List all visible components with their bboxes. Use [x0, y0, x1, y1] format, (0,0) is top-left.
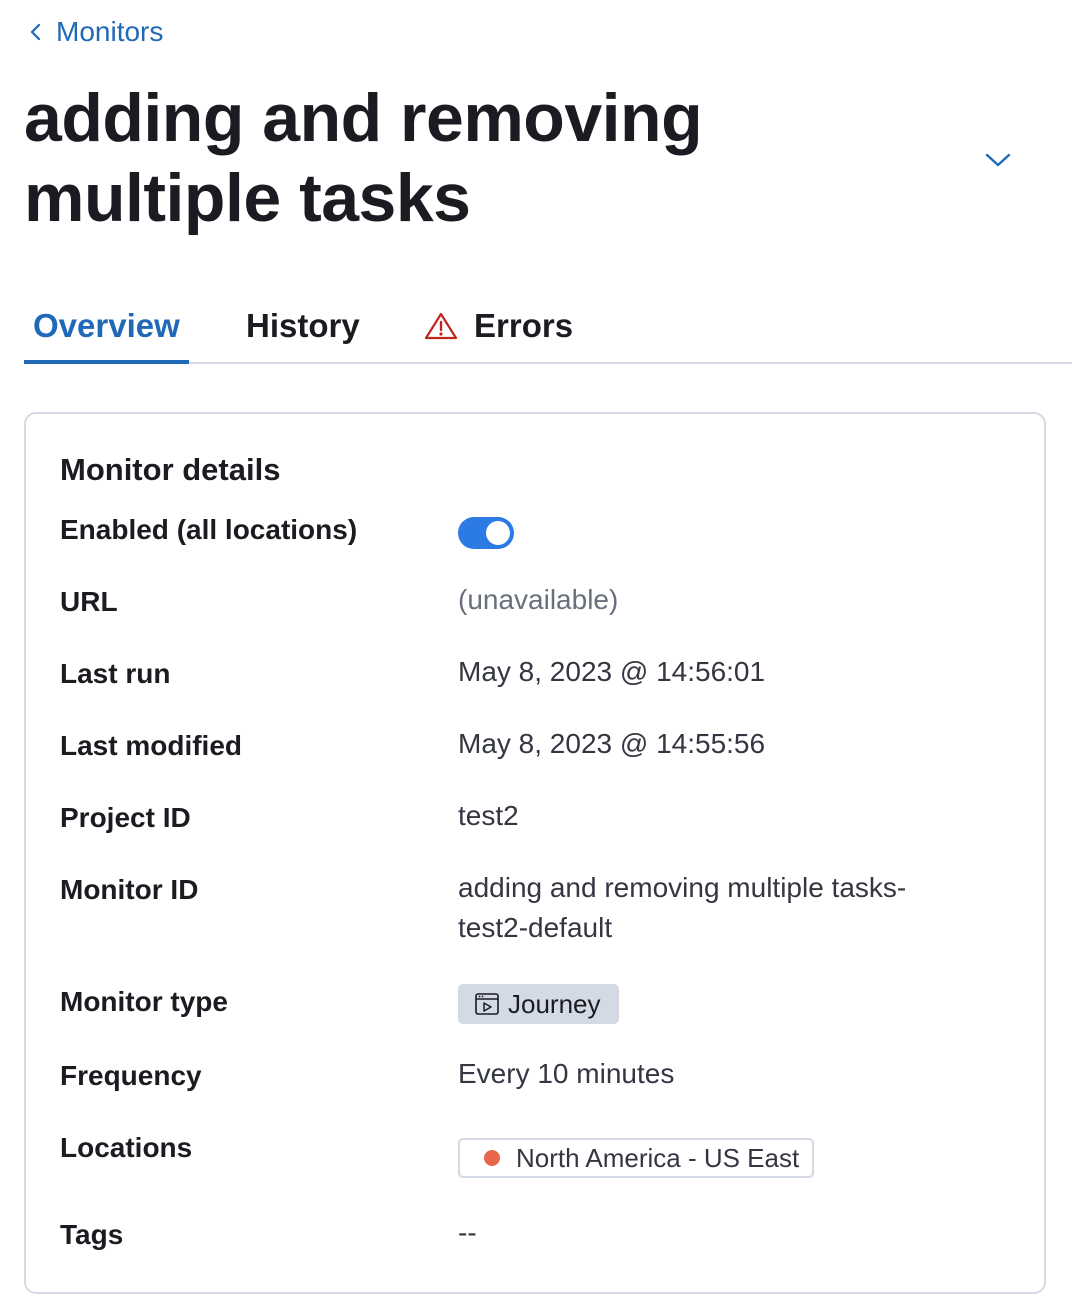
location-badge[interactable]: North America - US East: [458, 1138, 814, 1178]
page-title: adding and removing multiple tasks: [24, 80, 703, 236]
frequency-label: Frequency: [60, 1060, 202, 1091]
title-menu-button[interactable]: [978, 146, 1018, 174]
chevron-down-icon: [985, 153, 1011, 167]
monitor-type-label: Monitor type: [60, 986, 228, 1017]
last-run-label: Last run: [60, 658, 171, 689]
tab-errors-label: Errors: [474, 307, 574, 344]
monitor-type-value: Journey: [508, 988, 601, 1019]
monitor-id-line-2: test2-default: [458, 912, 613, 943]
monitor-type-badge: Journey: [458, 984, 619, 1024]
location-name: North America - US East: [516, 1142, 800, 1173]
back-to-monitors-link[interactable]: Monitors: [28, 16, 163, 48]
tab-overview-label: Overview: [33, 307, 180, 344]
tab-history[interactable]: History: [246, 290, 360, 362]
tags-label: Tags: [60, 1219, 124, 1250]
url-label: URL: [60, 586, 118, 617]
toggle-knob: [486, 521, 510, 545]
tab-errors[interactable]: Errors: [424, 290, 573, 362]
enabled-label: Enabled (all locations): [60, 514, 358, 545]
project-id-label: Project ID: [60, 802, 191, 833]
monitor-details-heading: Monitor details: [60, 452, 281, 487]
tab-overview[interactable]: Overview: [24, 290, 189, 364]
monitor-id-value: adding and removing multiple tasks- test…: [458, 868, 906, 948]
tab-bar: Overview History Errors: [24, 290, 1072, 364]
chevron-left-icon: [30, 23, 41, 41]
monitor-detail-page: Monitors adding and removing multiple ta…: [0, 0, 1072, 1310]
last-modified-value: May 8, 2023 @ 14:55:56: [458, 728, 766, 759]
warning-icon: [424, 312, 458, 340]
last-run-value: May 8, 2023 @ 14:56:01: [458, 656, 766, 687]
browser-journey-icon: [475, 993, 499, 1015]
enabled-toggle[interactable]: [458, 517, 514, 549]
location-status-dot: [484, 1150, 500, 1166]
last-modified-label: Last modified: [60, 730, 243, 761]
monitor-details-panel: Monitor details Enabled (all locations) …: [24, 412, 1046, 1294]
frequency-value: Every 10 minutes: [458, 1058, 675, 1089]
locations-label: Locations: [60, 1132, 193, 1163]
back-link-label: Monitors: [56, 16, 164, 47]
url-value: (unavailable): [458, 584, 619, 615]
tags-value: --: [458, 1217, 477, 1248]
monitor-id-label: Monitor ID: [60, 874, 199, 905]
project-id-value: test2: [458, 800, 519, 831]
tab-history-label: History: [246, 307, 360, 344]
monitor-id-line-1: adding and removing multiple tasks-: [458, 872, 907, 903]
